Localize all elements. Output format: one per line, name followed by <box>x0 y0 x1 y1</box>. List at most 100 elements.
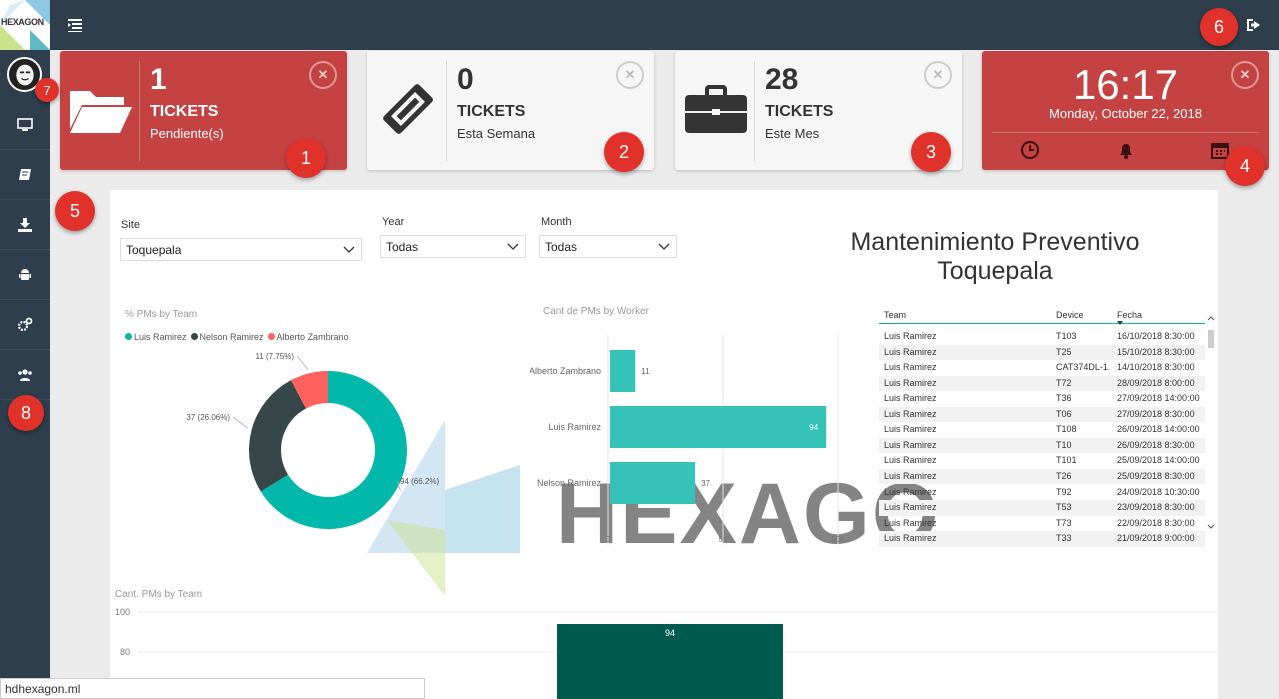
users-icon <box>18 368 32 381</box>
sidebar-item-download[interactable] <box>0 200 50 250</box>
year-label: Year <box>382 216 405 228</box>
table-cell: 22/09/2018 8:30:00 <box>1117 517 1195 528</box>
table-row[interactable]: Luis Ramirez T101 25/09/2018 14:00:00 <box>879 453 1205 469</box>
clock-icon[interactable] <box>1020 140 1040 160</box>
table-cell: Luis Ramirez <box>884 470 937 481</box>
table-row[interactable]: Luis Ramirez T73 22/09/2018 8:30:00 <box>879 516 1205 532</box>
table-cell: T10 <box>1056 439 1072 450</box>
sidebar <box>0 50 50 699</box>
month-count: 28 <box>765 63 799 96</box>
column-header[interactable]: Device <box>1056 310 1084 320</box>
ticket-icon <box>375 79 441 139</box>
pending-label: TICKETS <box>150 103 219 120</box>
table-cell: Luis Ramirez <box>884 533 937 544</box>
table-cell: 25/09/2018 8:30:00 <box>1117 470 1195 481</box>
table-cell: T73 <box>1056 517 1072 528</box>
bell-icon[interactable] <box>1116 140 1136 160</box>
status-url: hdhexagon.ml <box>0 678 425 699</box>
hexagon-logo[interactable]: HEXAGON <box>0 0 50 50</box>
team-chart-title: Cant. PMs by Team <box>115 589 203 600</box>
table-cell: Luis Ramirez <box>884 486 937 497</box>
bar-data-label: 94 <box>665 628 675 638</box>
x-tick-label: 0 <box>606 535 611 544</box>
table-cell: Luis Ramirez <box>884 377 937 388</box>
bar <box>610 350 636 392</box>
clock-date: Monday, October 22, 2018 <box>1049 106 1202 121</box>
table-scrollbar[interactable] <box>1207 308 1215 543</box>
close-button[interactable]: ✕ <box>309 61 337 89</box>
table-row[interactable]: Luis Ramirez CAT374DL-1 14/10/2018 8:30:00 <box>879 360 1205 376</box>
table-row[interactable]: Luis Ramirez T92 24/09/2018 10:30:00 <box>879 485 1205 501</box>
table-row[interactable]: Luis Ramirez T108 26/09/2018 14:00:00 <box>879 422 1205 438</box>
month-select[interactable]: Todas <box>539 235 677 258</box>
chevron-down-icon <box>343 246 355 253</box>
table-cell: 21/09/2018 9:00:00 <box>1117 533 1195 544</box>
donut-chart: 94 (66.2%) 37 (26.06%) 11 (7.75%) <box>186 352 439 529</box>
donut-slice <box>249 380 307 492</box>
table-row[interactable]: Luis Ramirez T36 27/09/2018 14:00:00 <box>879 391 1205 407</box>
annotation-2: 2 <box>604 132 644 172</box>
table-cell: Luis Ramirez <box>884 331 937 341</box>
table-cell: 28/09/2018 8:00:00 <box>1117 377 1195 388</box>
annotation-5: 5 <box>55 191 95 231</box>
table-cell: Luis Ramirez <box>884 393 937 404</box>
clock-time: 16:17 <box>1072 61 1179 108</box>
table-cell: Luis Ramirez <box>884 517 937 528</box>
card-divider <box>139 61 140 161</box>
year-select[interactable]: Todas <box>380 235 526 258</box>
pm-table: Team Device Fecha Luis Ramirez T103 16/10/201… <box>879 308 1216 548</box>
table-row[interactable]: Luis Ramirez T53 23/09/2018 8:30:00 <box>879 500 1205 516</box>
table-cell: T72 <box>1056 377 1072 388</box>
close-button[interactable]: ✕ <box>924 61 952 89</box>
table-row[interactable]: Luis Ramirez T06 27/09/2018 8:30:00 <box>879 406 1205 423</box>
column-header[interactable]: Team <box>884 310 906 320</box>
close-button[interactable]: ✕ <box>1231 61 1259 89</box>
close-button[interactable]: ✕ <box>616 61 644 89</box>
sidebar-item-monitor[interactable] <box>0 100 50 150</box>
table-row[interactable]: Luis Ramirez T33 21/09/2018 9:00:00 <box>879 531 1205 547</box>
week-label: TICKETS <box>457 103 526 120</box>
table-cell: 16/10/2018 8:30:00 <box>1117 331 1195 341</box>
table-cell: 15/10/2018 8:30:00 <box>1117 346 1195 357</box>
table-row[interactable]: Luis Ramirez T103 16/10/2018 8:30:00 <box>879 329 1205 345</box>
table-cell: Luis Ramirez <box>884 362 937 373</box>
bar-data-label: 37 <box>701 479 710 488</box>
y-tick-label: 80 <box>120 647 130 657</box>
leader-line <box>296 355 309 370</box>
monitor-icon <box>17 117 33 131</box>
y-category-label: Alberto Zambrano <box>530 366 601 376</box>
folder-open-icon <box>68 79 134 139</box>
sidebar-item-settings[interactable] <box>0 300 50 350</box>
annotation-4: 4 <box>1225 146 1265 186</box>
table-cell: Luis Ramirez <box>884 455 937 466</box>
table-cell: T36 <box>1056 393 1072 404</box>
table-cell: 27/09/2018 8:30:00 <box>1117 408 1195 419</box>
card-divider <box>754 61 755 161</box>
sidebar-item-users[interactable] <box>0 350 50 400</box>
month-label: TICKETS <box>765 103 834 120</box>
sidebar-item-book[interactable] <box>0 150 50 200</box>
book-icon <box>19 168 31 180</box>
table-cell: 26/09/2018 8:30:00 <box>1117 439 1195 450</box>
table-cell: Luis Ramirez <box>884 424 937 435</box>
menu-toggle-icon[interactable] <box>66 16 84 34</box>
table-row[interactable]: Luis Ramirez T26 25/09/2018 8:30:00 <box>879 468 1205 485</box>
site-select[interactable]: Toquepala <box>120 238 362 261</box>
card-divider <box>446 61 447 161</box>
pending-sub: Pendiente(s) <box>150 126 224 141</box>
table-row[interactable]: Luis Ramirez T10 26/09/2018 8:30:00 <box>879 437 1205 454</box>
table-cell: 14/10/2018 8:30:00 <box>1117 362 1195 373</box>
sort-desc-icon[interactable] <box>1117 318 1123 328</box>
donut-chart-title: % PMs by Team <box>125 309 198 320</box>
logout-icon[interactable] <box>1245 16 1263 34</box>
table-row[interactable]: Luis Ramirez T72 28/09/2018 8:00:00 <box>879 375 1205 392</box>
table-cell: T101 <box>1056 455 1077 466</box>
bar-data-label: 94 <box>809 423 818 432</box>
worker-bar-chart: 0 50 100 Alberto Zambrano 11 Luis Ramirez 94 Ne… <box>530 335 845 545</box>
sidebar-item-android[interactable] <box>0 250 50 300</box>
table-row[interactable]: Luis Ramirez T25 15/10/2018 8:30:00 <box>879 344 1205 361</box>
site-value: Toquepala <box>126 243 182 257</box>
table-cell: T26 <box>1056 470 1072 481</box>
legend-item: Alberto Zambrano <box>267 332 349 342</box>
month-value: Todas <box>545 240 578 254</box>
